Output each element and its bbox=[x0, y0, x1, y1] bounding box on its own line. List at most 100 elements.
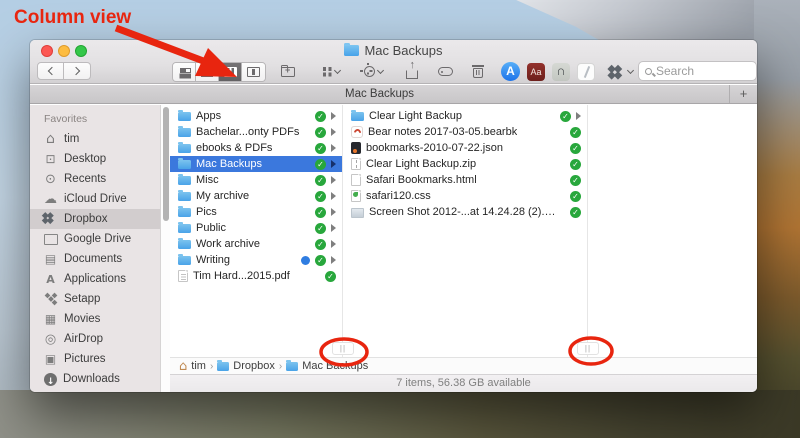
file-icon-png bbox=[351, 208, 364, 218]
column-view-button[interactable] bbox=[219, 63, 242, 81]
file-icon-zip bbox=[351, 158, 361, 170]
file-name: Pics bbox=[196, 206, 217, 218]
desktop-icon bbox=[43, 152, 58, 166]
sidebar-item-dropbox[interactable]: Dropbox bbox=[30, 209, 170, 229]
sidebar-item-setapp[interactable]: Setapp bbox=[30, 289, 170, 309]
sidebar-item-applications[interactable]: Applications bbox=[30, 269, 170, 289]
file-row-ebooks-pdfs[interactable]: ebooks & PDFs bbox=[170, 140, 342, 156]
sidebar-item-icloud-drive[interactable]: iCloud Drive bbox=[30, 189, 170, 209]
sidebar-item-tim[interactable]: tim bbox=[30, 129, 170, 149]
icon-view-button[interactable] bbox=[173, 63, 196, 81]
action-menu-button[interactable] bbox=[356, 62, 390, 81]
sidebar-item-label: Movies bbox=[64, 313, 100, 325]
dictionary-toolbar-item[interactable]: Aa bbox=[527, 62, 545, 81]
file-row-apps[interactable]: Apps bbox=[170, 108, 342, 124]
file-row-clear-light-backup[interactable]: Clear Light Backup bbox=[343, 108, 587, 124]
path-item-label: Dropbox bbox=[233, 360, 275, 372]
delete-button[interactable] bbox=[466, 62, 490, 81]
file-row-mac-backups[interactable]: Mac Backups bbox=[170, 156, 342, 172]
sidebar-scrollbar[interactable] bbox=[160, 105, 170, 392]
search-input[interactable] bbox=[656, 64, 750, 78]
pictures-icon bbox=[43, 352, 58, 366]
file-row-screen-shot-2012-at-14-24-28-2-png[interactable]: Screen Shot 2012-...at 14.24.28 (2).png bbox=[343, 204, 587, 220]
synced-check-icon bbox=[570, 207, 581, 218]
file-row-my-archive[interactable]: My archive bbox=[170, 188, 342, 204]
folder-icon bbox=[178, 112, 191, 122]
path-item-dropbox[interactable]: Dropbox bbox=[217, 360, 275, 372]
tag-button[interactable] bbox=[432, 62, 458, 81]
file-row-pics[interactable]: Pics bbox=[170, 204, 342, 220]
folder-icon bbox=[178, 128, 191, 138]
file-row-safari120-css[interactable]: safari120.css bbox=[343, 188, 587, 204]
chevron-left-icon bbox=[47, 67, 55, 75]
setapp-icon bbox=[43, 292, 58, 306]
file-row-public[interactable]: Public bbox=[170, 220, 342, 236]
folder-icon bbox=[178, 240, 191, 250]
sidebar-item-label: Documents bbox=[64, 253, 122, 265]
file-row-bookmarks-2010-07-22-json[interactable]: bookmarks-2010-07-22.json bbox=[343, 140, 587, 156]
column-resize-handle-1[interactable]: || bbox=[332, 342, 354, 355]
new-folder-button[interactable] bbox=[276, 62, 300, 81]
list-view-button[interactable] bbox=[196, 63, 219, 81]
sidebar-item-airdrop[interactable]: AirDrop bbox=[30, 329, 170, 349]
sidebar-item-desktop[interactable]: Desktop bbox=[30, 149, 170, 169]
app-store-toolbar-item[interactable]: A bbox=[501, 62, 520, 81]
disclosure-arrow-icon bbox=[576, 112, 581, 120]
titlebar[interactable]: Mac Backups A Aa ∩ bbox=[30, 40, 757, 84]
sidebar-item-downloads[interactable]: Downloads bbox=[30, 369, 170, 389]
file-row-bachelar-onty-pdfs[interactable]: Bachelar...onty PDFs bbox=[170, 124, 342, 140]
synced-check-icon bbox=[315, 127, 326, 138]
file-name: Work archive bbox=[196, 238, 260, 250]
file-row-bear-notes-2017-03-05-bearbk[interactable]: Bear notes 2017-03-05.bearbk bbox=[343, 124, 587, 140]
file-icon-pdf bbox=[178, 270, 188, 282]
new-tab-button[interactable]: + bbox=[729, 85, 757, 103]
coverflow-view-button[interactable] bbox=[242, 63, 265, 81]
search-icon bbox=[645, 68, 652, 75]
disclosure-arrow-icon bbox=[331, 240, 336, 248]
file-name: Writing bbox=[196, 254, 230, 266]
coverflow-view-icon bbox=[247, 67, 260, 77]
file-row-safari-bookmarks-html[interactable]: Safari Bookmarks.html bbox=[343, 172, 587, 188]
file-icon-bear bbox=[351, 126, 363, 138]
group-by-button[interactable] bbox=[314, 62, 348, 81]
forward-button[interactable] bbox=[64, 62, 91, 80]
file-name: safari120.css bbox=[366, 190, 431, 202]
synced-check-icon bbox=[315, 143, 326, 154]
tab-mac-backups[interactable]: Mac Backups bbox=[30, 85, 729, 103]
downloads-icon bbox=[44, 373, 57, 386]
dropbox-menu-button[interactable] bbox=[606, 62, 640, 81]
sidebar-item-documents[interactable]: Documents bbox=[30, 249, 170, 269]
movies-icon bbox=[43, 312, 58, 326]
arch-app-toolbar-item[interactable]: ∩ bbox=[552, 62, 570, 81]
sidebar-item-pictures[interactable]: Pictures bbox=[30, 349, 170, 369]
applications-icon bbox=[43, 272, 58, 286]
path-item-tim[interactable]: ⌂tim bbox=[179, 360, 206, 373]
file-row-writing[interactable]: Writing bbox=[170, 252, 342, 268]
file-row-clear-light-backup-zip[interactable]: Clear Light Backup.zip bbox=[343, 156, 587, 172]
synced-check-icon bbox=[315, 191, 326, 202]
column-resize-handle-2[interactable]: || bbox=[577, 342, 599, 355]
sidebar-item-movies[interactable]: Movies bbox=[30, 309, 170, 329]
disclosure-arrow-icon bbox=[331, 192, 336, 200]
synced-check-icon bbox=[315, 159, 326, 170]
search-field[interactable] bbox=[638, 61, 757, 81]
folder-icon bbox=[344, 45, 359, 56]
sidebar-item-google-drive[interactable]: Google Drive bbox=[30, 229, 170, 249]
file-name: Mac Backups bbox=[196, 158, 262, 170]
file-name: Apps bbox=[196, 110, 221, 122]
back-button[interactable] bbox=[37, 62, 64, 80]
file-name: Bear notes 2017-03-05.bearbk bbox=[368, 126, 517, 138]
path-bar: ⌂tim›Dropbox›Mac Backups bbox=[170, 357, 757, 374]
file-row-work-archive[interactable]: Work archive bbox=[170, 236, 342, 252]
sync-progress-icon bbox=[301, 256, 310, 265]
share-button[interactable] bbox=[400, 62, 424, 81]
file-row-misc[interactable]: Misc bbox=[170, 172, 342, 188]
sidebar-scrollbar-thumb[interactable] bbox=[163, 107, 169, 221]
disclosure-arrow-icon bbox=[331, 224, 336, 232]
writer-app-toolbar-item[interactable] bbox=[577, 62, 595, 81]
file-name: Safari Bookmarks.html bbox=[366, 174, 477, 186]
file-row-tim-hard-2015-pdf[interactable]: Tim Hard...2015.pdf bbox=[170, 268, 342, 284]
path-item-mac-backups[interactable]: Mac Backups bbox=[286, 360, 368, 372]
dictionary-icon: Aa bbox=[527, 63, 545, 81]
sidebar-item-recents[interactable]: Recents bbox=[30, 169, 170, 189]
